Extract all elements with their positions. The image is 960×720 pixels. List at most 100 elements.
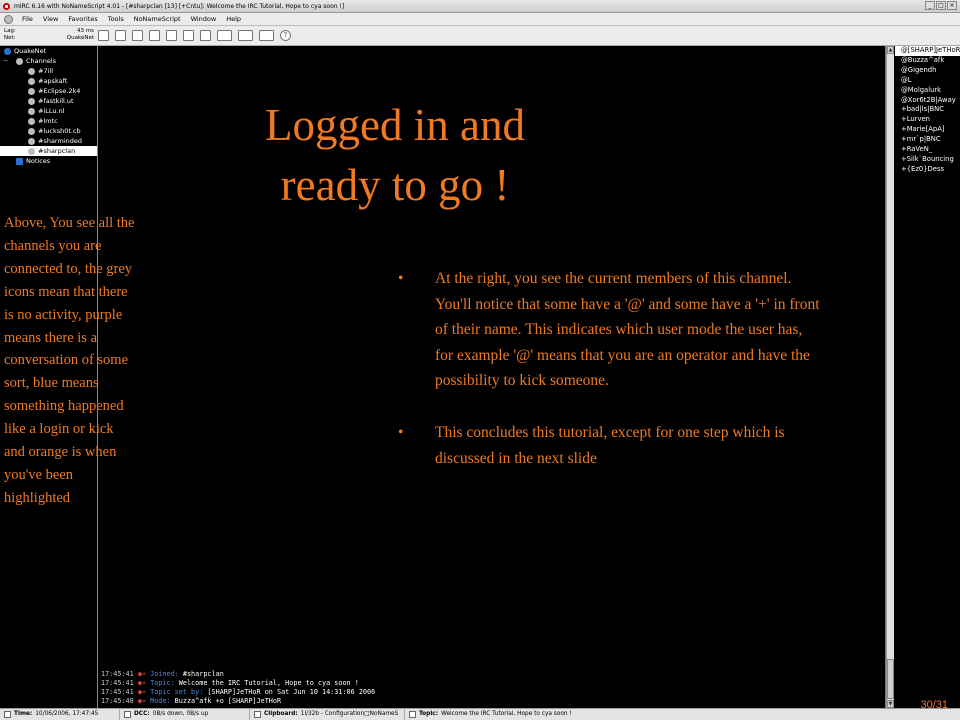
menu-nonamescript[interactable]: NoNameScript — [129, 13, 186, 25]
nick-item[interactable]: +Lurven — [895, 115, 960, 125]
arrange-dropdown-icon[interactable] — [259, 30, 274, 41]
channel-idle-icon — [28, 68, 35, 75]
slide-title: Logged in and ready to go ! — [200, 95, 590, 215]
chat-text: Buzza^afk +o [SHARP]JeTHoR — [170, 697, 282, 705]
chat-line: 17:45:48 ●» Mode: Buzza^afk +o [SHARP]Je… — [101, 697, 885, 706]
scripts-icon[interactable] — [200, 30, 211, 41]
nick-item[interactable]: +mr`p|BNC — [895, 135, 960, 145]
tree-channel-illu[interactable]: #iLLu.nl — [0, 106, 97, 116]
tree-channel-sharpclan[interactable]: #sharpclan — [0, 146, 97, 156]
status-clipboard-value: 1l/32b - Configuration□NoNameS — [300, 711, 399, 717]
dcc-send-icon[interactable] — [166, 30, 177, 41]
nick-list: @[SHARP]JeTHoR @Buzza^afk @Gigendh @L @M… — [895, 46, 960, 708]
chat-arrow-icon: ●» — [137, 697, 147, 705]
nick-item[interactable]: +Marie[ApA] — [895, 125, 960, 135]
nick-item[interactable]: @Buzza^afk — [895, 56, 960, 66]
slide-side-note: Above, You see all the channels you are … — [4, 215, 135, 506]
nick-item[interactable]: @[SHARP]JeTHoR — [895, 46, 960, 56]
notify-icon[interactable] — [149, 30, 160, 41]
slide-title-line-1: Logged in and — [265, 100, 525, 150]
tree-network-quakenet[interactable]: QuakeNet — [0, 46, 97, 56]
nick-item[interactable]: +{Ez0}Dess — [895, 165, 960, 175]
tree-channel-eclipse[interactable]: #Eclipse.2k4 — [0, 86, 97, 96]
help-icon[interactable]: ? — [280, 30, 291, 41]
maximize-button[interactable]: □ — [936, 1, 946, 10]
chat-event-label: Joined: — [150, 670, 179, 678]
bullet-text: At the right, you see the current member… — [435, 270, 820, 390]
scroll-up-icon[interactable]: ▲ — [887, 46, 894, 54]
menu-bar: File View Favorites Tools NoNameScript W… — [0, 13, 960, 26]
nick-item[interactable]: +RaVeN_ — [895, 145, 960, 155]
menu-window[interactable]: Window — [186, 13, 222, 25]
bullet-icon: • — [398, 270, 404, 287]
channel-idle-icon — [28, 148, 35, 155]
collapse-icon[interactable]: − — [3, 56, 8, 66]
tree-channel-7ill[interactable]: #7ill — [0, 66, 97, 76]
close-button[interactable]: × — [947, 1, 957, 10]
nick-item[interactable]: @Xor6t2B|Away — [895, 96, 960, 106]
tree-channel-apskaft[interactable]: #apskaft — [0, 76, 97, 86]
minimize-button[interactable]: _ — [925, 1, 935, 10]
chat-timestamp: 17:45:48 — [101, 697, 134, 705]
tile-dropdown-icon[interactable] — [238, 30, 253, 41]
channels-icon[interactable] — [132, 30, 143, 41]
net-value: QuakeNet — [66, 35, 94, 41]
options-icon[interactable] — [115, 30, 126, 41]
chat-text: [SHARP]JeTHoR on Sat Jun 10 14:31:06 200… — [203, 688, 376, 696]
status-time-label: Time: — [14, 711, 33, 717]
chat-arrow-icon: ●» — [137, 679, 147, 687]
chat-timestamp: 17:45:41 — [101, 679, 134, 687]
slide-bullet: • At the right, you see the current memb… — [398, 266, 823, 394]
channel-idle-icon — [28, 128, 35, 135]
channel-idle-icon — [28, 88, 35, 95]
lag-label: Lag: — [4, 28, 16, 34]
chat-timestamp: 17:45:41 — [101, 670, 134, 678]
lag-value: 43 ms — [77, 28, 94, 34]
nick-item[interactable]: +bad|ls|BNC — [895, 105, 960, 115]
dcc-chat-icon[interactable] — [183, 30, 194, 41]
status-dcc-value: 0B/s down, 0B/s up — [152, 711, 209, 717]
channel-label: #fastkill.ut — [38, 97, 74, 105]
system-menu-icon[interactable] — [4, 15, 13, 24]
tree-notices[interactable]: Notices — [0, 156, 97, 166]
status-topic: Topic: Welcome the IRC Tutorial, Hope to… — [405, 709, 960, 720]
connect-icon[interactable] — [98, 30, 109, 41]
scroll-down-icon[interactable]: ▼ — [887, 700, 894, 708]
windows-dropdown-icon[interactable] — [217, 30, 232, 41]
nick-item[interactable]: @Molgalurk — [895, 86, 960, 96]
tree-channel-sharminded[interactable]: #sharminded — [0, 136, 97, 146]
mirc-app-icon[interactable] — [3, 3, 10, 10]
tree-channel-fastkill[interactable]: #fastkill.ut — [0, 96, 97, 106]
channel-label: #sharpclan — [38, 147, 76, 155]
chat-line: 17:45:41 ●» Topic set by: [SHARP]JeTHoR … — [101, 688, 885, 697]
menu-file[interactable]: File — [17, 13, 38, 25]
folder-icon — [16, 58, 23, 65]
tree-channel-lmtc[interactable]: #lmtc — [0, 116, 97, 126]
net-label: Net: — [4, 35, 16, 41]
chat-scrollbar[interactable]: ▲ ▼ — [886, 46, 894, 708]
chat-log: 17:45:41 ●» Joined: #sharpclan 17:45:41 … — [99, 670, 885, 706]
menu-tools[interactable]: Tools — [103, 13, 129, 25]
lag-indicator: Lag: 43 ms Net: QuakeNet — [4, 28, 94, 42]
tree-channels-folder[interactable]: − Channels — [0, 56, 97, 66]
title-bar: mIRC 6.16 with NoNameScript 4.01 - [#sha… — [0, 0, 960, 13]
menu-help[interactable]: Help — [221, 13, 246, 25]
tree-channel-lucksh0t[interactable]: #lucksh0t.cb — [0, 126, 97, 136]
slide-bullet: • This concludes this tutorial, except f… — [398, 420, 823, 471]
menu-favorites[interactable]: Favorites — [63, 13, 102, 25]
channel-idle-icon — [28, 118, 35, 125]
chat-arrow-icon: ●» — [137, 688, 147, 696]
bullet-text: This concludes this tutorial, except for… — [435, 423, 785, 467]
notices-icon — [16, 158, 23, 165]
scroll-thumb[interactable] — [887, 659, 894, 699]
clock-icon — [4, 711, 11, 718]
nick-item[interactable]: @Gigendh — [895, 66, 960, 76]
nick-item[interactable]: +Silk`Bouncing — [895, 155, 960, 165]
menu-view[interactable]: View — [38, 13, 63, 25]
nick-item[interactable]: @L — [895, 76, 960, 86]
notices-label: Notices — [26, 157, 51, 165]
topic-icon — [409, 711, 416, 718]
chat-event-label: Topic: — [150, 679, 175, 687]
window-controls: _ □ × — [925, 1, 957, 10]
chat-text: #sharpclan — [178, 670, 224, 678]
